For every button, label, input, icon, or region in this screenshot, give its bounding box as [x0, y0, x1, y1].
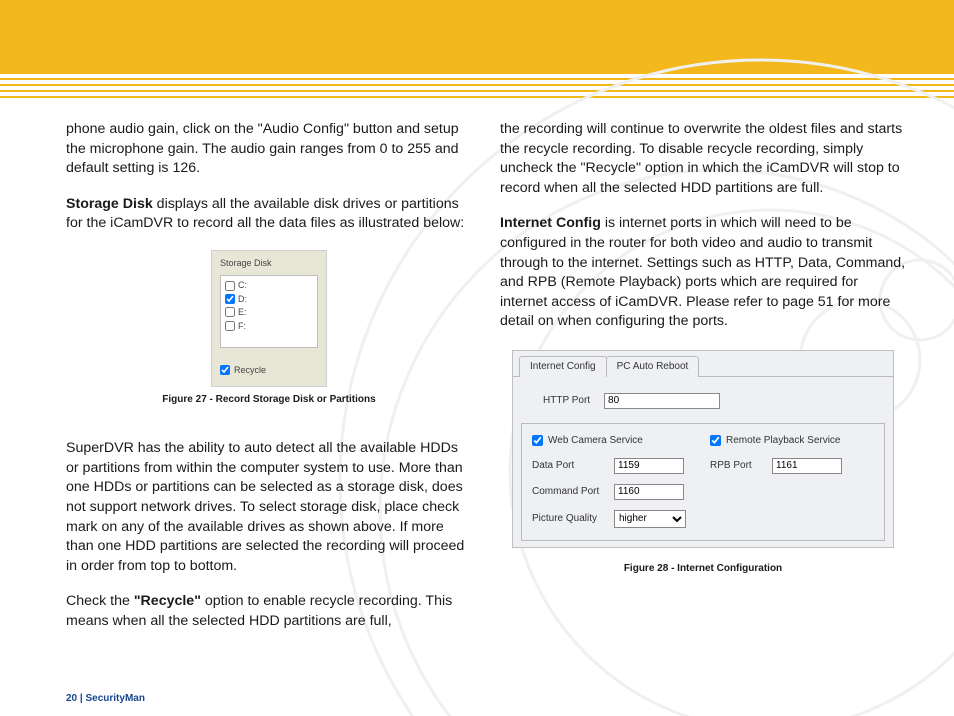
recycle-row[interactable]: Recycle: [220, 364, 318, 376]
drive-label: F:: [238, 320, 246, 332]
rpb-service-label: Remote Playback Service: [726, 434, 841, 448]
picture-quality-select[interactable]: higher: [614, 510, 686, 528]
tabs-row: Internet Config PC Auto Reboot: [513, 351, 893, 377]
top-banner: [0, 0, 954, 74]
drive-label: D:: [238, 293, 247, 305]
page-footer: 20 | SecurityMan: [66, 692, 145, 706]
http-port-label: HTTP Port: [543, 394, 590, 408]
lead-internet-config: Internet Config: [500, 215, 601, 231]
figure-28: Internet Config PC Auto Reboot HTTP Port…: [500, 350, 906, 575]
drive-label: C:: [238, 279, 247, 291]
drive-checkbox-f[interactable]: [225, 321, 235, 331]
rpb-service-checkbox[interactable]: [710, 435, 721, 446]
para-internet-config-rest: is internet ports in which will need to …: [500, 215, 905, 329]
data-port-row: Data Port: [532, 458, 700, 474]
figure-28-caption: Figure 28 - Internet Configuration: [500, 562, 906, 576]
data-port-input[interactable]: [614, 458, 684, 474]
para-internet-config: Internet Config is internet ports in whi…: [500, 214, 906, 332]
para-recycle: Check the "Recycle" option to enable rec…: [66, 592, 472, 631]
drive-row[interactable]: C:: [225, 279, 313, 291]
web-camera-service-row[interactable]: Web Camera Service: [532, 434, 700, 448]
picture-quality-row: Picture Quality higher: [532, 510, 700, 528]
rpb-column: Remote Playback Service RPB Port: [710, 434, 878, 528]
web-camera-service-label: Web Camera Service: [548, 434, 643, 448]
para-recycle-bold: "Recycle": [134, 593, 201, 609]
command-port-row: Command Port: [532, 484, 700, 500]
tab-internet-config[interactable]: Internet Config: [519, 356, 607, 377]
para-audio-gain: phone audio gain, click on the "Audio Co…: [66, 120, 472, 179]
http-port-input[interactable]: [604, 393, 720, 409]
drive-checkbox-d[interactable]: [225, 294, 235, 304]
tab-pc-auto-reboot[interactable]: PC Auto Reboot: [606, 356, 700, 377]
drive-row[interactable]: E:: [225, 306, 313, 318]
services-frame: Web Camera Service Data Port Command Por…: [521, 423, 885, 541]
data-port-label: Data Port: [532, 459, 606, 473]
rpb-port-row: RPB Port: [710, 458, 878, 474]
para-recycle-continued: the recording will continue to overwrite…: [500, 120, 906, 198]
recycle-checkbox[interactable]: [220, 365, 230, 375]
figure-27: Storage Disk C: D: E: F: Recycle Figure …: [66, 250, 472, 407]
drive-row[interactable]: F:: [225, 320, 313, 332]
content-columns: phone audio gain, click on the "Audio Co…: [0, 98, 954, 648]
drive-label: E:: [238, 306, 247, 318]
left-column: phone audio gain, click on the "Audio Co…: [66, 120, 472, 648]
web-camera-column: Web Camera Service Data Port Command Por…: [532, 434, 700, 528]
http-port-row: HTTP Port: [513, 377, 893, 423]
rpb-service-row[interactable]: Remote Playback Service: [710, 434, 878, 448]
storage-disk-panel: Storage Disk C: D: E: F: Recycle: [211, 250, 327, 387]
para-recycle-a: Check the: [66, 593, 134, 609]
internet-config-panel: Internet Config PC Auto Reboot HTTP Port…: [512, 350, 894, 548]
para-storage-disk: Storage Disk displays all the available …: [66, 195, 472, 234]
recycle-label: Recycle: [234, 364, 266, 376]
rpb-port-input[interactable]: [772, 458, 842, 474]
banner-stripes: [0, 74, 954, 98]
lead-storage-disk: Storage Disk: [66, 196, 153, 212]
right-column: the recording will continue to overwrite…: [500, 120, 906, 648]
storage-disk-title: Storage Disk: [220, 257, 318, 269]
command-port-input[interactable]: [614, 484, 684, 500]
drive-row[interactable]: D:: [225, 293, 313, 305]
para-superdvr: SuperDVR has the ability to auto detect …: [66, 439, 472, 576]
figure-27-caption: Figure 27 - Record Storage Disk or Parti…: [66, 393, 472, 407]
rpb-port-label: RPB Port: [710, 459, 764, 473]
picture-quality-label: Picture Quality: [532, 512, 606, 526]
command-port-label: Command Port: [532, 485, 606, 499]
drive-list: C: D: E: F:: [220, 275, 318, 348]
drive-checkbox-e[interactable]: [225, 307, 235, 317]
web-camera-service-checkbox[interactable]: [532, 435, 543, 446]
drive-checkbox-c[interactable]: [225, 281, 235, 291]
